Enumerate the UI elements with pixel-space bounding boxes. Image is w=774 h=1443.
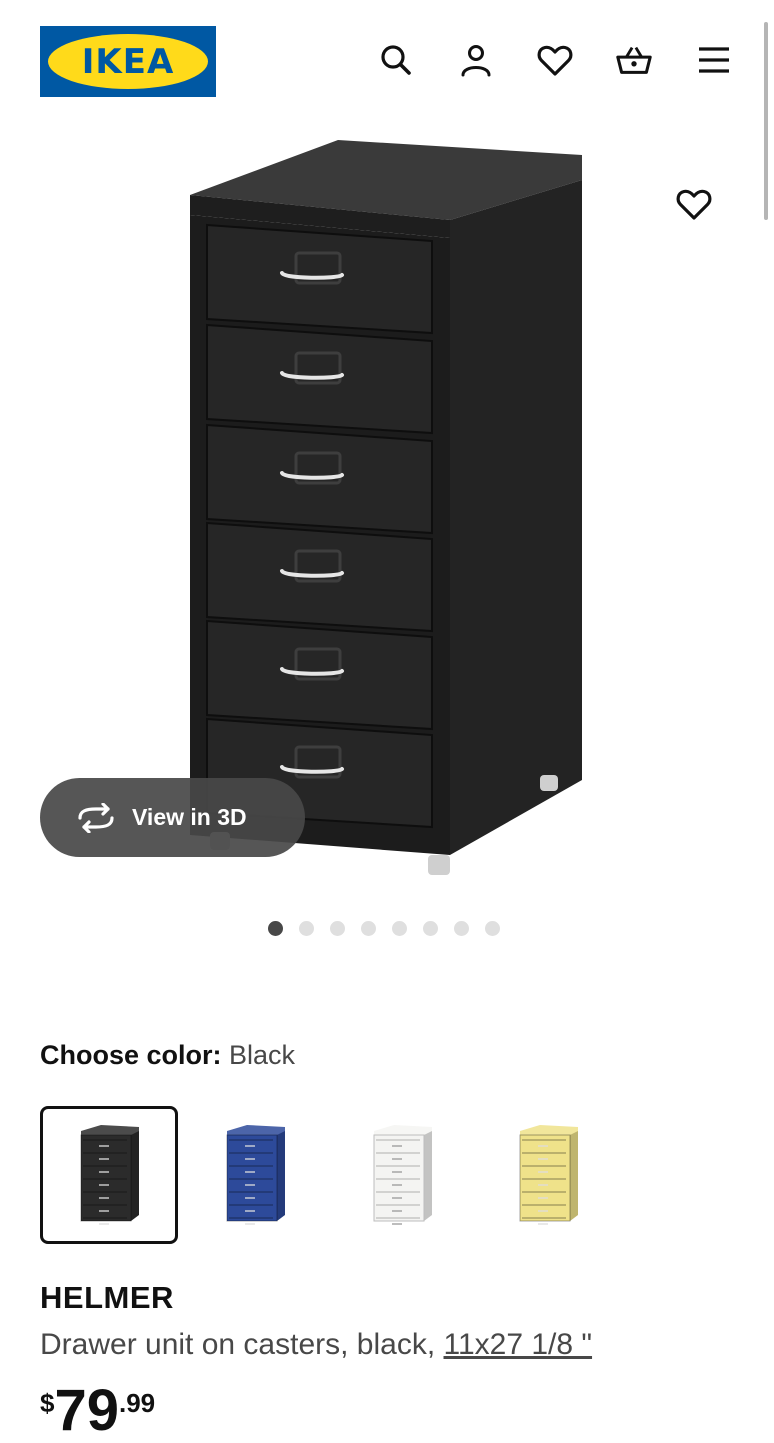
gallery-pagination (268, 921, 500, 936)
gallery-dot[interactable] (330, 921, 345, 936)
color-swatch-blue[interactable] (186, 1106, 324, 1244)
view-in-3d-button[interactable]: View in 3D (40, 778, 305, 857)
yellow-drawer-thumbnail (519, 1125, 578, 1225)
choose-color-label: Choose color: (40, 1040, 222, 1070)
product-price: $79.99 (40, 1382, 155, 1440)
product-dimensions-link[interactable]: 11x27 1/8 " (444, 1328, 593, 1361)
logo-text: IKEA (81, 41, 175, 82)
black-drawer-thumbnail (80, 1125, 139, 1225)
heart-outline-icon (676, 189, 712, 220)
color-swatch-yellow[interactable] (479, 1106, 617, 1244)
ikea-logo[interactable]: IKEA (40, 26, 216, 97)
menu-icon[interactable] (694, 40, 734, 80)
white-drawer-thumbnail (373, 1125, 432, 1225)
gallery-dot[interactable] (423, 921, 438, 936)
gallery-dot[interactable] (485, 921, 500, 936)
price-integer: 79 (54, 1378, 119, 1443)
gallery-dot[interactable] (299, 921, 314, 936)
price-decimal: .99 (118, 1388, 156, 1418)
color-swatch-white[interactable] (333, 1106, 471, 1244)
rotate-3d-icon (74, 802, 118, 833)
color-chooser-label: Choose color: Black (40, 1040, 295, 1071)
product-name: HELMER (40, 1280, 174, 1315)
header: IKEA (0, 0, 774, 120)
gallery-dot[interactable] (268, 921, 283, 936)
gallery-dot[interactable] (392, 921, 407, 936)
view-in-3d-label: View in 3D (132, 804, 247, 830)
selected-color: Black (229, 1040, 296, 1070)
gallery-dot[interactable] (361, 921, 376, 936)
account-icon[interactable] (456, 40, 496, 80)
basket-icon[interactable] (614, 40, 654, 80)
blue-drawer-thumbnail (226, 1125, 285, 1225)
product-description-text: Drawer unit on casters, black, (40, 1328, 444, 1361)
price-currency: $ (40, 1388, 55, 1418)
search-icon[interactable] (376, 40, 416, 80)
gallery-dot[interactable] (454, 921, 469, 936)
color-swatch-black[interactable] (40, 1106, 178, 1244)
heart-icon[interactable] (535, 40, 575, 80)
product-description: Drawer unit on casters, black, 11x27 1/8… (40, 1328, 592, 1362)
add-to-favorites-button[interactable] (670, 180, 718, 228)
